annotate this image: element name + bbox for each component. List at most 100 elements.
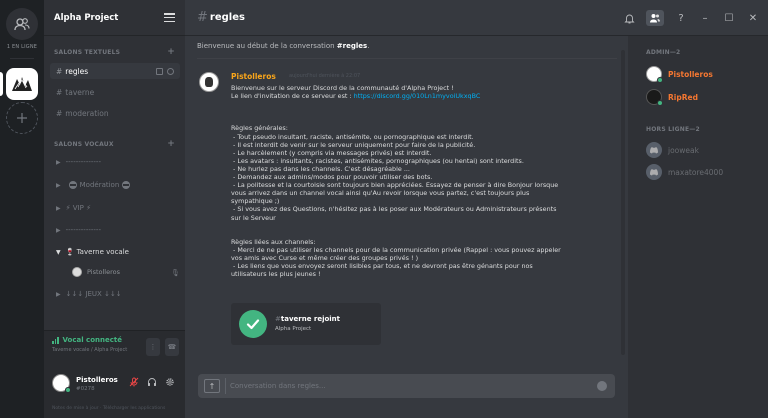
signal-icon [52, 336, 59, 344]
forbidden-icon [122, 181, 131, 189]
active-guild-indicator [0, 72, 3, 96]
voice-channel-moderation[interactable]: ▶ Modération [50, 177, 180, 193]
chevron-right-icon: ▶ [56, 181, 61, 189]
maximize-icon[interactable]: ☐ [722, 11, 736, 25]
message-line: - Les avatars : insultants, racistes, an… [231, 156, 524, 165]
welcome-message: Bienvenue au début de la conversation #r… [197, 42, 370, 50]
message-author[interactable]: Pistolleros [231, 72, 276, 81]
signal-info-icon[interactable]: ⋮ [146, 338, 160, 356]
upload-icon[interactable]: ↑ [204, 379, 220, 393]
voice-channel-separator-2[interactable]: ▶ -------------- [50, 222, 180, 238]
chat-scrollbar[interactable] [621, 50, 625, 355]
member-item[interactable]: maxatore4000 [646, 162, 766, 182]
message-line: - Les liens que vous envoyez seront lisi… [231, 262, 533, 271]
message-line: vous arrivez dans un channel vocal ainsi… [231, 189, 530, 198]
disconnect-icon[interactable]: ☎ [165, 338, 179, 356]
hash-icon: # [56, 66, 63, 76]
avatar [646, 66, 663, 83]
message-line: - Si vous avez des Questions, n'hésitez … [231, 205, 557, 214]
menu-icon[interactable] [164, 13, 175, 22]
message-divider [197, 58, 617, 59]
add-server-icon[interactable] [6, 102, 38, 134]
chevron-right-icon: ▶ [56, 226, 61, 234]
mute-mic-icon[interactable] [127, 374, 141, 390]
voice-connection-panel: Vocal connecté Taverne vocale / Alpha Pr… [44, 330, 185, 362]
message-line: - Merci de ne pas utiliser les channels … [231, 245, 561, 254]
message-line [231, 108, 616, 116]
member-item[interactable]: Pistolleros [646, 64, 766, 84]
channel-topbar: # regles ? – ☐ ✕ [185, 0, 768, 36]
friends-icon[interactable] [6, 8, 38, 40]
message-line: Bienvenue sur le serveur Discord de la c… [231, 84, 454, 92]
voice-channel-separator-1[interactable]: ▶ -------------- [50, 154, 180, 170]
chevron-right-icon: ▶ [56, 204, 61, 212]
message-line: Règles générales: [231, 124, 288, 133]
voice-channel-vip[interactable]: ▶ ⚡ VIP ⚡ [50, 200, 180, 216]
gear-icon[interactable] [167, 67, 174, 75]
chat-area: Bienvenue au début de la conversation #r… [185, 0, 628, 418]
member-item[interactable]: jooweak [646, 140, 766, 160]
voice-channel-taverne-vocale[interactable]: ▼ 🍷 Taverne vocale [50, 244, 180, 260]
member-category-admin: ADMIN—2 [646, 49, 681, 56]
discord-window: 1 EN LIGNE Alpha Project SALONS TEXTUELS… [0, 0, 768, 418]
online-status-icon [657, 77, 663, 83]
muted-mic-icon: 🎙 [171, 268, 180, 277]
message-line: vos amis avec Curse et même créer des gr… [231, 253, 419, 262]
embed-title: #taverne rejoint [275, 315, 341, 323]
minimize-icon[interactable]: – [698, 11, 712, 25]
close-icon[interactable]: ✕ [746, 11, 760, 25]
avatar [72, 267, 82, 277]
member-list: ADMIN—2 Pistolleros RipRed HORS LIGNE—2 … [628, 36, 768, 418]
user-tag: #0278 [76, 386, 95, 392]
avatar[interactable] [199, 72, 219, 92]
message-line: - Il est interdit de venir sur le serveu… [231, 140, 476, 149]
message-timestamp: aujourd'hui dernière à 22:07 [289, 73, 361, 79]
embed-subtitle: Alpha Project [275, 326, 312, 332]
message-line [231, 116, 616, 124]
message-line: - Ne hurlez pas dans les channels. C'est… [231, 164, 410, 173]
message-input[interactable] [230, 378, 580, 394]
help-icon[interactable]: ? [674, 11, 688, 25]
chevron-down-icon: ▼ [56, 248, 61, 256]
channel-join-embed[interactable]: #taverne rejoint Alpha Project [231, 303, 381, 345]
category-text-channels[interactable]: SALONS TEXTUELS + [44, 46, 185, 58]
member-item[interactable]: RipRed [646, 87, 766, 107]
message-line [231, 222, 616, 230]
hash-icon: # [56, 87, 63, 97]
chevron-right-icon: ▶ [56, 290, 61, 298]
server-name: Alpha Project [54, 12, 119, 23]
member-category-offline: HORS LIGNE—2 [646, 126, 700, 133]
alpha-project-server-icon[interactable] [6, 68, 38, 100]
members-icon[interactable] [646, 10, 664, 26]
settings-gear-icon[interactable] [163, 374, 177, 390]
bell-icon[interactable] [622, 11, 636, 25]
category-voice-channels[interactable]: SALONS VOCAUX + [44, 138, 185, 150]
voice-user[interactable]: Pistolleros 🎙 [72, 265, 182, 279]
chevron-right-icon: ▶ [56, 158, 61, 166]
voice-channel-jeux[interactable]: ▶ ↓↓↓ JEUX ↓↓↓ [50, 286, 180, 302]
channel-regles[interactable]: # regles [50, 63, 180, 79]
message-line: - La politesse et la courtoisie sont tou… [231, 181, 559, 190]
message-line [231, 230, 616, 238]
online-status-icon [65, 387, 71, 393]
add-text-channel-icon[interactable]: + [167, 47, 175, 57]
add-voice-channel-icon[interactable]: + [167, 139, 175, 149]
message-line [231, 100, 616, 108]
channel-title: regles [209, 12, 245, 23]
discord-default-avatar-icon [646, 164, 662, 180]
channel-moderation[interactable]: # moderation [50, 105, 180, 121]
invite-link[interactable]: https://discord.gg/010Ln1myvoiUkxqBC [354, 92, 481, 100]
message-line: - Tout pseudo insultant, raciste, antisé… [231, 132, 474, 141]
headphones-icon[interactable] [145, 374, 159, 390]
emoji-icon[interactable] [597, 381, 607, 391]
message-line: sympathique ;) [231, 197, 280, 206]
invite-icon[interactable] [156, 67, 163, 75]
channel-taverne[interactable]: # taverne [50, 84, 180, 100]
message-line: - Demandez aux admins/modos pour pouvoir… [231, 173, 433, 182]
checkmark-icon [239, 310, 267, 338]
server-header[interactable]: Alpha Project [44, 0, 185, 36]
footer-links[interactable]: Notes de mise à jour · Télécharger les a… [52, 406, 165, 411]
online-count: 1 EN LIGNE [6, 44, 38, 50]
hash-icon: # [56, 108, 63, 118]
forbidden-icon [68, 181, 77, 189]
